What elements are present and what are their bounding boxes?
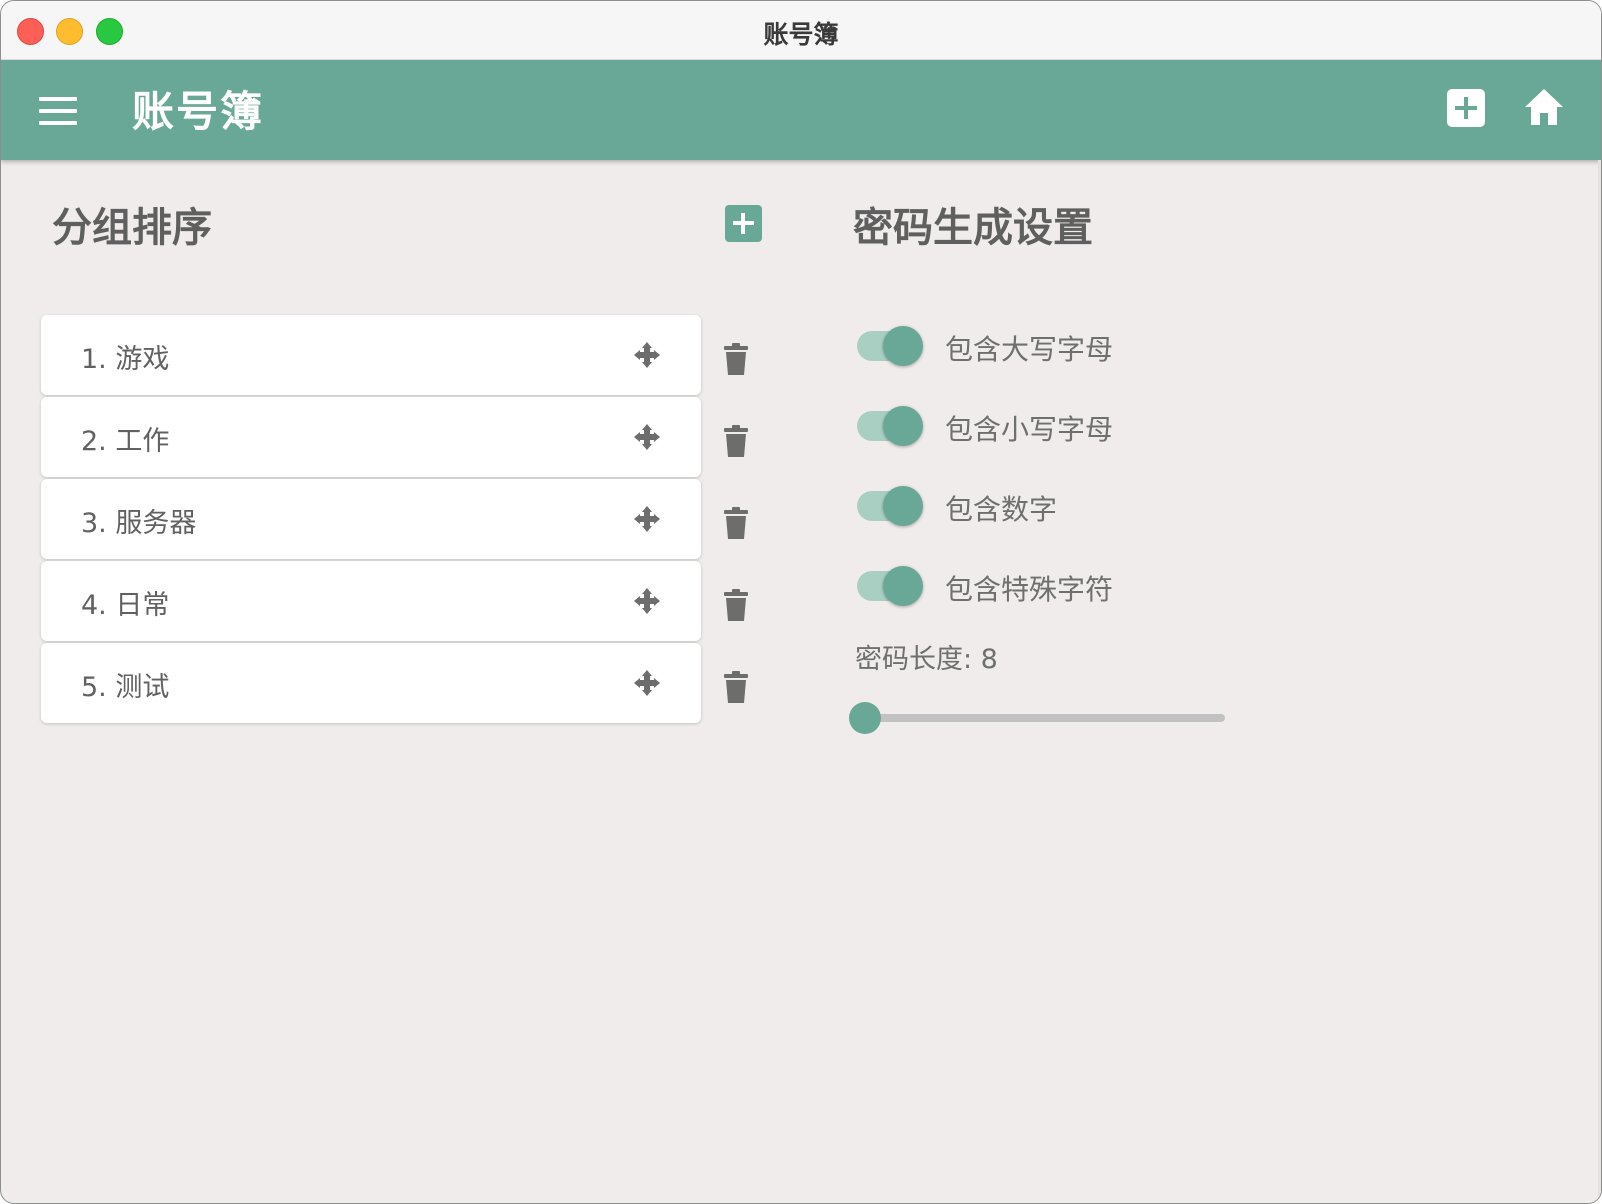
trash-icon[interactable] [724,425,748,457]
group-list-item[interactable]: 4. 日常 [41,561,701,641]
special-chars-toggle[interactable] [855,564,923,608]
group-list-item[interactable]: 3. 服务器 [41,479,701,559]
group-item-label: 3. 服务器 [81,508,197,539]
lowercase-toggle[interactable] [855,404,923,448]
group-list-item[interactable]: 2. 工作 [41,397,701,477]
home-icon[interactable] [1523,87,1565,127]
uppercase-toggle[interactable] [855,324,923,368]
password-length-slider[interactable] [849,699,1227,735]
window-titlebar: 账号簿 [1,1,1601,60]
add-group-button[interactable] [725,205,762,242]
move-arrows-icon[interactable] [633,423,661,451]
group-item-label: 2. 工作 [81,426,170,457]
app-bar: 账号簿 [1,60,1601,160]
lowercase-label: 包含小写字母 [945,413,1114,446]
group-sort-title: 分组排序 [52,205,212,251]
group-item-label: 5. 测试 [81,672,170,703]
move-arrows-icon[interactable] [633,669,661,697]
trash-icon[interactable] [724,343,748,375]
hamburger-menu-icon[interactable] [39,97,77,125]
group-item-label: 1. 游戏 [81,344,170,375]
window-right-edge [1598,160,1601,1203]
password-settings-title: 密码生成设置 [853,205,1093,251]
uppercase-label: 包含大写字母 [945,333,1114,366]
main-content: 分组排序 1. 游戏 2. 工作 3. 服务器 4. 日常 5. 测试 密码生成… [1,160,1601,1203]
special-chars-label: 包含特殊字符 [945,573,1114,606]
move-arrows-icon[interactable] [633,505,661,533]
trash-icon[interactable] [724,507,748,539]
option-lowercase-row: 包含小写字母 [855,404,1255,448]
slider-rail [865,714,1225,722]
app-window: 账号簿 账号簿 分组排序 1. 游戏 2. 工作 3. 服务器 4. 日常 5.… [0,0,1602,1204]
option-digits-row: 包含数字 [855,484,1255,528]
app-title: 账号簿 [132,87,265,136]
group-list-item[interactable]: 5. 测试 [41,643,701,723]
move-arrows-icon[interactable] [633,341,661,369]
option-special-row: 包含特殊字符 [855,564,1255,608]
group-list-item[interactable]: 1. 游戏 [41,315,701,395]
slider-thumb[interactable] [849,702,881,734]
digits-label: 包含数字 [945,493,1058,526]
add-account-button[interactable] [1447,89,1485,127]
trash-icon[interactable] [724,589,748,621]
group-list: 1. 游戏 2. 工作 3. 服务器 4. 日常 5. 测试 [41,315,701,725]
move-arrows-icon[interactable] [633,587,661,615]
option-uppercase-row: 包含大写字母 [855,324,1255,368]
window-title: 账号簿 [763,20,839,49]
trash-icon[interactable] [724,671,748,703]
password-length-label: 密码长度: 8 [855,644,998,675]
digits-toggle[interactable] [855,484,923,528]
group-item-label: 4. 日常 [81,590,170,621]
